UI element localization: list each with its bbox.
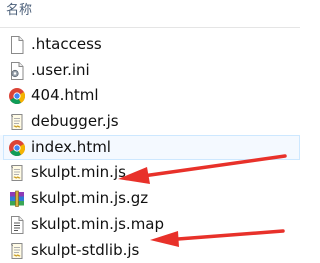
script-file-icon (8, 164, 26, 182)
file-name: 404.html (31, 86, 99, 105)
chrome-html-icon (8, 87, 26, 105)
file-row-htaccess[interactable]: .htaccess (0, 32, 300, 58)
script-file-icon (8, 242, 26, 260)
file-row-404-html[interactable]: 404.html (0, 83, 300, 109)
script-file-icon (8, 113, 26, 131)
file-name: skulpt.min.js.gz (31, 189, 148, 208)
generic-file-icon (8, 36, 26, 54)
file-row-skulpt-min-js-map[interactable]: skulpt.min.js.map (0, 212, 300, 238)
file-name: .user.ini (31, 61, 90, 80)
file-row-debugger-js[interactable]: debugger.js (0, 109, 300, 135)
file-row-skulpt-stdlib-js[interactable]: skulpt-stdlib.js (0, 238, 300, 263)
file-name: .htaccess (31, 35, 102, 54)
header-divider (0, 27, 300, 28)
name-column-label[interactable]: 名称 (6, 3, 32, 19)
chrome-html-icon (8, 139, 26, 157)
file-row-skulpt-min-js[interactable]: skulpt.min.js (0, 160, 300, 186)
column-header[interactable]: 名称 (0, 0, 300, 28)
text-file-icon (8, 216, 26, 234)
file-list: .htaccess .user.ini 404.html debugger.js… (0, 32, 300, 263)
file-row-user-ini[interactable]: .user.ini (0, 58, 300, 84)
file-row-skulpt-min-js-gz[interactable]: skulpt.min.js.gz (0, 186, 300, 212)
settings-file-icon (8, 62, 26, 80)
file-name: skulpt.min.js (31, 163, 126, 182)
file-name: skulpt.min.js.map (31, 215, 164, 234)
file-name: index.html (31, 138, 111, 157)
file-name: skulpt-stdlib.js (31, 241, 139, 260)
file-row-index-html[interactable]: index.html (0, 135, 300, 161)
winrar-archive-icon (8, 190, 26, 208)
file-name: debugger.js (31, 112, 119, 131)
